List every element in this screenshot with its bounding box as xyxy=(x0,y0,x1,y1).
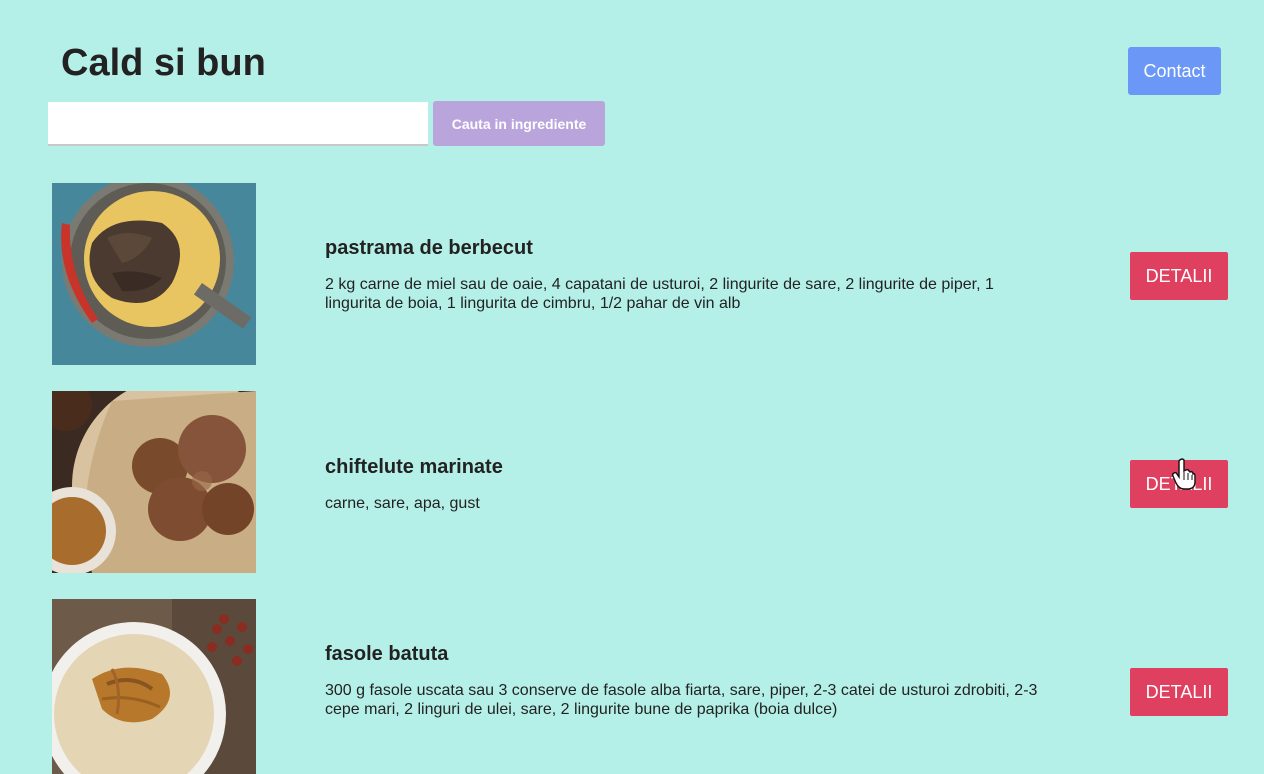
recipe-image-fasole xyxy=(52,599,256,774)
recipe-ingredients: 2 kg carne de miel sau de oaie, 4 capata… xyxy=(325,276,994,312)
recipe-image-pastrama xyxy=(52,183,256,365)
recipe-item: chiftelute marinate carne, sare, apa, gu… xyxy=(0,391,1264,591)
details-button[interactable]: DETALII xyxy=(1130,252,1228,300)
page-title: Cald si bun xyxy=(61,42,266,84)
details-button[interactable]: DETALII xyxy=(1130,460,1228,508)
recipe-name: pastrama de berbecut xyxy=(325,237,533,259)
details-button[interactable]: DETALII xyxy=(1130,668,1228,716)
recipe-item: fasole batuta 300 g fasole uscata sau 3 … xyxy=(0,599,1264,774)
search-ingredients-button[interactable]: Cauta in ingrediente xyxy=(433,101,605,146)
recipe-name: chiftelute marinate xyxy=(325,456,503,478)
recipe-name: fasole batuta xyxy=(325,643,449,665)
search-input[interactable] xyxy=(48,102,428,146)
recipe-ingredients: carne, sare, apa, gust xyxy=(325,495,480,512)
recipe-ingredients: 300 g fasole uscata sau 3 conserve de fa… xyxy=(325,682,1038,718)
recipe-item: pastrama de berbecut 2 kg carne de miel … xyxy=(0,183,1264,383)
recipe-image-chiftelute xyxy=(52,391,256,573)
contact-button[interactable]: Contact xyxy=(1128,47,1221,95)
